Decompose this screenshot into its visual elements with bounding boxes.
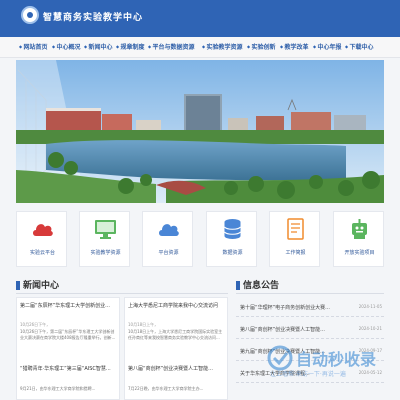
nav-item-home[interactable]: 网站首页 [19,42,47,51]
notice-date: 2024-11-05 [358,304,382,309]
monitor-icon [95,220,116,239]
section-marker-icon [16,281,20,290]
nav-item-news[interactable]: 新闻中心 [84,42,112,51]
nav-item-platform[interactable]: 平台与数据资源 [148,42,194,51]
card-label: 实验教学资源 [90,250,121,256]
notice-section-header: 信息公告 [236,278,384,292]
news-snippet: 9月21日，由华东理工大学商学院和猎聘... [20,386,96,391]
logo-icon[interactable] [21,6,39,24]
campus-photo [16,60,384,203]
nav-item-innovation[interactable]: 实验创新 [247,42,275,51]
notice-item[interactable]: 第八届“商创杯”创业决赛暨人工智能... 2024-10-21 [236,319,384,339]
notice-divider [236,293,384,294]
news-card[interactable]: 第二届“东辰杯”华东理工大学创新创业... 10月26日下午， 10月26日下午… [16,297,120,400]
notice-item[interactable]: 第十届“华理杯”电子商务创新创业大赛... 2024-11-05 [236,297,384,317]
card-open-experiments[interactable]: 开放实验项目 [333,211,384,267]
notice-section-title[interactable]: 信息公告 [243,278,279,291]
database-icon [224,219,241,239]
watermark-subtext: 让上墙帮·来访一下·再说一遍 [270,371,346,378]
site-title[interactable]: 智慧商务实验教学中心 [43,10,143,23]
news-headline[interactable]: 第八届“商创杯”创业决赛暨人工智能... [128,366,226,373]
news-date: 10月26日下午， [20,322,51,327]
card-label: 开放实验项目 [344,250,375,256]
news-card[interactable]: 上海大学悉尼工商学院来我中心交流访问 10月18日上午， 10月18日上午，上海… [124,297,228,400]
campus-banner[interactable] [16,60,384,203]
quick-links: 实验云平台 实验教学资源 平台资源 数据资源 工作简报 开放实验项目 [16,211,384,267]
news-snippet: 10月18日上午，上海大学悉尼工商学院国际实验室主任孙商红等来我校智慧商务实验教… [128,329,223,340]
notice-title[interactable]: 第八届“商创杯”创业决赛暨人工智能... [240,326,340,333]
watermark-logo-icon [267,345,293,371]
watermark-text: 自动秒收录 [296,350,377,369]
document-icon [287,218,304,240]
cloud-icon [33,224,53,236]
news-headline[interactable]: 第二届“东辰杯”华东理工大学创新创业... [20,303,118,310]
news-date: 10月18日上午， [128,322,159,327]
news-headline[interactable]: 上海大学悉尼工商学院来我中心交流访问 [128,303,226,310]
card-work-briefing[interactable]: 工作简报 [269,211,320,267]
nav-item-rules[interactable]: 规章制度 [116,42,144,51]
notice-title[interactable]: 第十届“华理杯”电子商务创新创业大赛... [240,304,340,311]
nav-item-annual-report[interactable]: 中心年报 [313,42,341,51]
news-section-title[interactable]: 新闻中心 [23,278,59,291]
main-nav: 网站首页 中心概况 新闻中心 规章制度 平台与数据资源 实验教学资源 实验创新 … [0,37,400,58]
nav-item-teaching-resources[interactable]: 实验教学资源 [202,42,242,51]
card-label: 平台资源 [158,250,179,256]
news-section-header: 新闻中心 [16,278,216,292]
news-snippet: 10月26日下午，第二届“东辰杯”华东理工大学创新创业大赛决赛在商学院大楼408… [20,329,116,340]
cloud-icon [159,224,179,236]
card-teaching-resources[interactable]: 实验教学资源 [79,211,130,267]
nav-item-overview[interactable]: 中心概况 [52,42,80,51]
card-label: 工作简报 [285,250,306,256]
watermark-overlay: 自动秒收录 让上墙帮·来访一下·再说一遍 [266,343,400,383]
news-headline[interactable]: “猎聘青年·华东理工”第三届“AISC智慧... [20,366,118,373]
card-label: 数据资源 [222,250,243,256]
card-cloud-platform[interactable]: 实验云平台 [16,211,67,267]
card-label: 实验云平台 [29,250,55,256]
notice-date: 2024-10-21 [358,326,382,331]
section-marker-icon [236,281,240,290]
site-header: 智慧商务实验教学中心 [0,0,400,37]
robot-icon [352,219,367,239]
nav-item-reform[interactable]: 教学改革 [280,42,308,51]
card-data-resources[interactable]: 数据资源 [206,211,257,267]
card-platform-resources[interactable]: 平台资源 [142,211,193,267]
news-snippet: 7月22日晚，由华东理工大学商学院主办... [128,386,204,391]
nav-item-download[interactable]: 下载中心 [345,42,373,51]
news-divider [16,293,228,294]
